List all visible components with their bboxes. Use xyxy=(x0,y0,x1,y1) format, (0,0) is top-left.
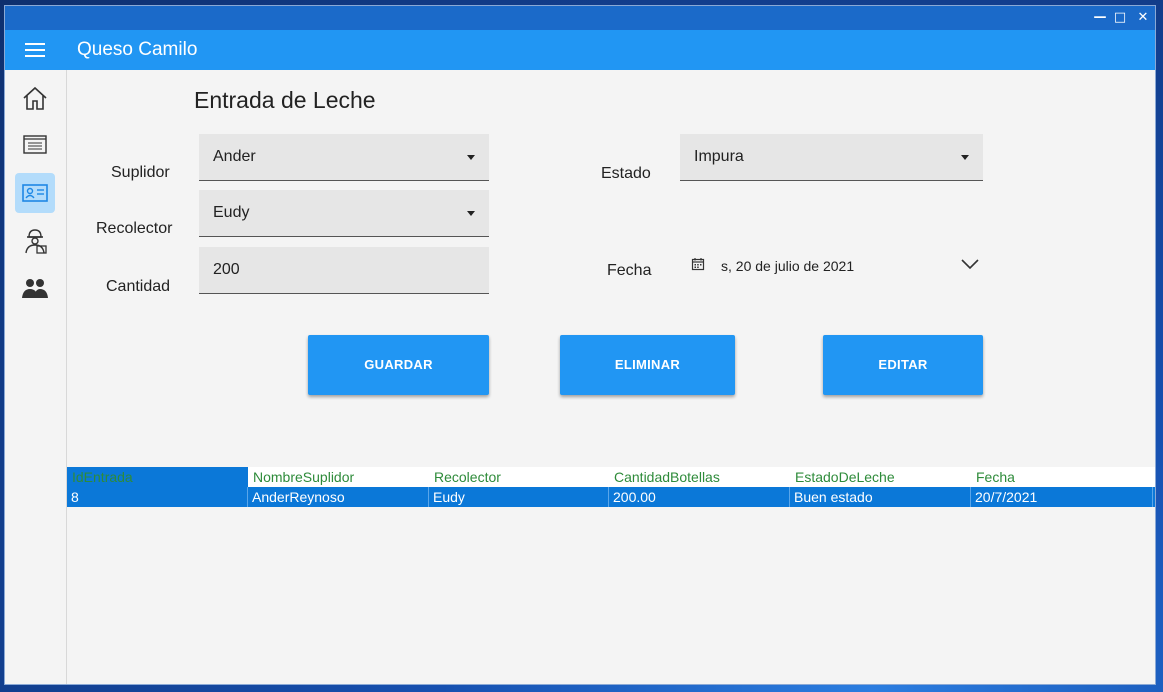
table-cell[interactable]: Buen estado xyxy=(790,487,971,507)
column-header-identrada[interactable]: IdEntrada xyxy=(67,467,248,487)
sidebar-item-usuarios[interactable] xyxy=(15,268,55,308)
column-header-estadodeleche[interactable]: EstadoDeLeche xyxy=(790,467,971,487)
cantidad-input[interactable]: 200 xyxy=(199,247,489,294)
editar-button[interactable]: EDITAR xyxy=(823,335,983,395)
close-button[interactable]: ✕ xyxy=(1132,9,1154,27)
entradas-table: IdEntrada NombreSuplidor Recolector Cant… xyxy=(67,467,1155,507)
fecha-value: s, 20 de julio de 2021 xyxy=(721,258,855,274)
fecha-datepicker[interactable]: s, 20 de julio de 2021 xyxy=(687,252,987,282)
worker-icon xyxy=(25,229,47,254)
chevron-down-icon[interactable] xyxy=(961,258,979,270)
sidebar-item-entrada[interactable] xyxy=(15,173,55,213)
estado-select[interactable]: Impura xyxy=(680,134,983,181)
sidebar-item-list[interactable] xyxy=(15,125,55,165)
table-cell[interactable]: 8 xyxy=(67,487,248,507)
table-cell[interactable]: 20/7/2021 xyxy=(971,487,1153,507)
column-header-nombresuplidor[interactable]: NombreSuplidor xyxy=(248,467,429,487)
eliminar-button[interactable]: ELIMINAR xyxy=(560,335,735,395)
recolector-value: Eudy xyxy=(213,204,250,221)
sidebar-item-recolector[interactable] xyxy=(15,221,55,261)
app-header: Queso Camilo xyxy=(5,30,1155,70)
home-icon xyxy=(23,86,47,110)
id-card-icon xyxy=(22,184,48,202)
maximize-button[interactable]: □ xyxy=(1109,9,1131,27)
minimize-button[interactable]: — xyxy=(1089,9,1111,27)
chevron-down-icon xyxy=(467,211,475,216)
table-row[interactable]: 8 AnderReynoso Eudy 200.00 Buen estado 2… xyxy=(67,487,1155,507)
table-cell[interactable]: Eudy xyxy=(429,487,609,507)
column-header-cantidadbotellas[interactable]: CantidadBotellas xyxy=(609,467,790,487)
fecha-label: Fecha xyxy=(607,262,652,279)
cantidad-label: Cantidad xyxy=(106,278,171,295)
menu-icon[interactable] xyxy=(25,43,45,57)
column-header-fecha[interactable]: Fecha xyxy=(971,467,1153,487)
chevron-down-icon xyxy=(961,155,969,160)
list-icon xyxy=(23,135,47,154)
column-header-recolector[interactable]: Recolector xyxy=(429,467,609,487)
window-titlebar[interactable]: — □ ✕ xyxy=(5,6,1155,30)
suplidor-label: Suplidor xyxy=(111,164,170,181)
group-icon xyxy=(22,279,48,298)
main-content: Entrada de Leche Suplidor Ander Recolect… xyxy=(67,70,1155,684)
suplidor-select[interactable]: Ander xyxy=(199,134,489,181)
guardar-button[interactable]: GUARDAR xyxy=(308,335,489,395)
calendar-icon xyxy=(691,258,705,271)
app-window: — □ ✕ Queso Camilo Entrada de Leche Supl… xyxy=(5,6,1155,684)
app-title: Queso Camilo xyxy=(77,39,198,60)
page-title: Entrada de Leche xyxy=(194,87,376,113)
table-header: IdEntrada NombreSuplidor Recolector Cant… xyxy=(67,467,1155,487)
table-cell[interactable]: AnderReynoso xyxy=(248,487,429,507)
sidebar xyxy=(5,70,67,684)
recolector-label: Recolector xyxy=(96,220,173,237)
chevron-down-icon xyxy=(467,155,475,160)
recolector-select[interactable]: Eudy xyxy=(199,190,489,237)
estado-label: Estado xyxy=(601,165,651,182)
cantidad-value: 200 xyxy=(213,261,240,278)
suplidor-value: Ander xyxy=(213,148,256,165)
sidebar-item-home[interactable] xyxy=(15,78,55,118)
table-cell[interactable]: 200.00 xyxy=(609,487,790,507)
estado-value: Impura xyxy=(694,148,744,165)
